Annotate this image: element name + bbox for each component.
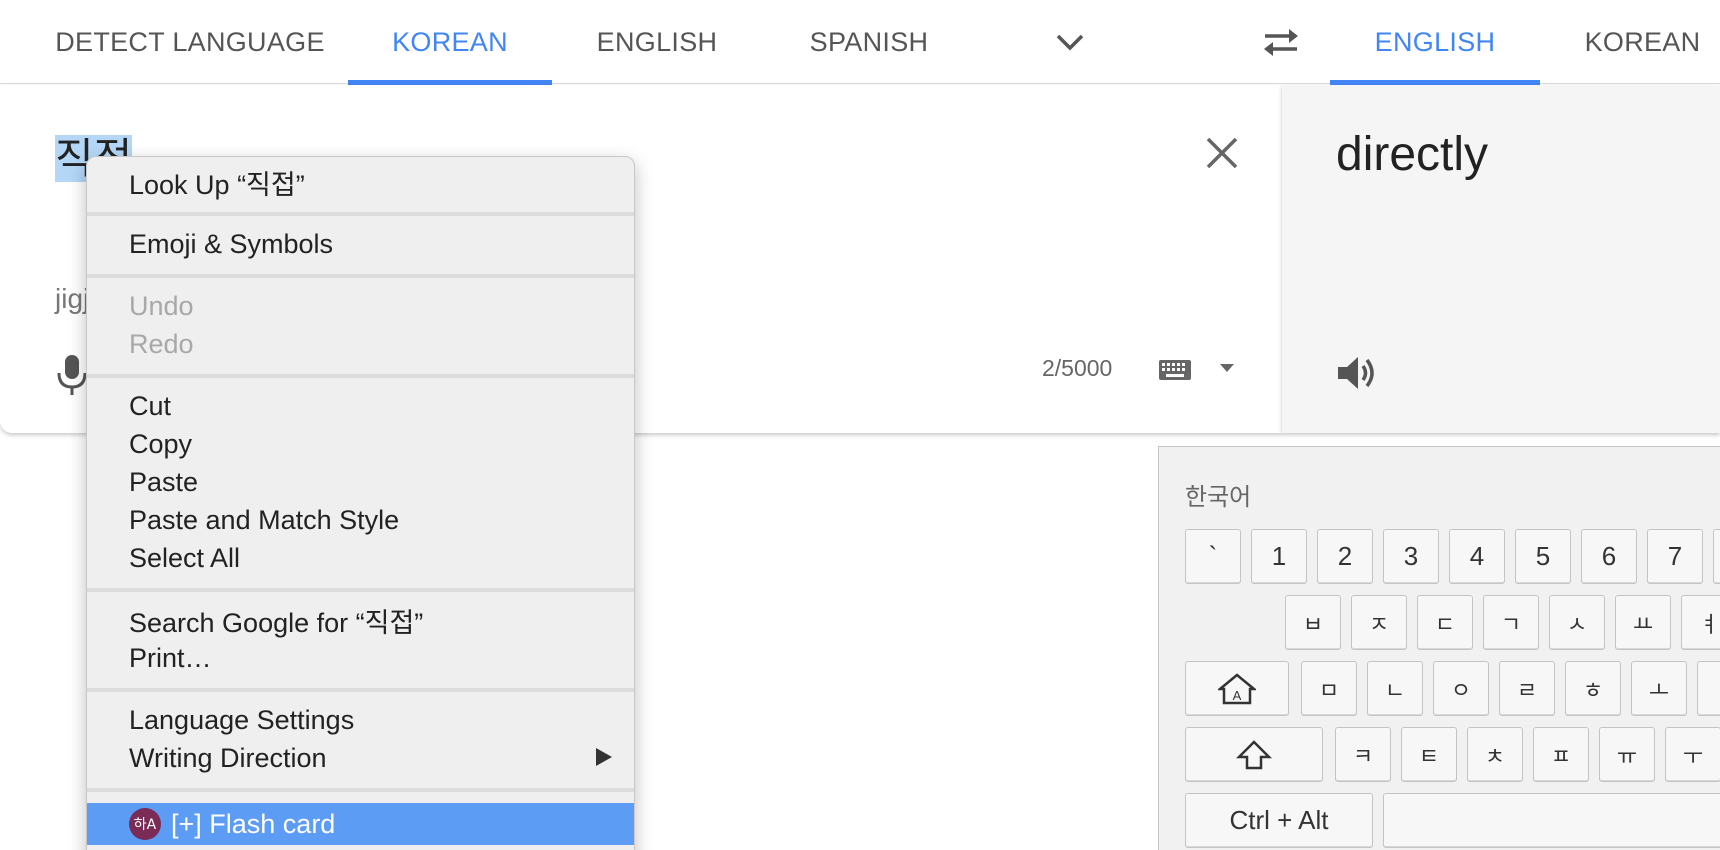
menu-separator (87, 374, 634, 378)
more-languages-button[interactable] (1040, 0, 1100, 84)
tab-source-english[interactable]: ENGLISH (582, 0, 732, 84)
menu-separator (87, 274, 634, 278)
key[interactable]: ㅜ (1665, 727, 1720, 782)
menu-item-copy[interactable]: Copy (87, 425, 634, 463)
swap-languages-button[interactable] (1256, 0, 1306, 84)
writing-direction-label: Writing Direction (129, 742, 327, 773)
key[interactable]: 3 (1383, 529, 1439, 584)
menu-item-paste-match-style[interactable]: Paste and Match Style (87, 501, 634, 539)
key[interactable]: ㅇ (1433, 661, 1489, 716)
tab-target-english[interactable]: ENGLISH (1330, 0, 1540, 85)
flash-card-label: [+] Flash card (171, 808, 336, 839)
key[interactable]: ㅋ (1335, 727, 1391, 782)
menu-separator (87, 588, 634, 592)
key[interactable]: ㅈ (1351, 595, 1407, 650)
caret-down-icon (1220, 364, 1234, 372)
key[interactable]: ㅍ (1533, 727, 1589, 782)
submenu-arrow-icon (596, 748, 612, 766)
key[interactable]: ㅎ (1565, 661, 1621, 716)
key[interactable]: ㅌ (1401, 727, 1457, 782)
swap-arrows-icon (1264, 29, 1298, 56)
key[interactable]: ` (1185, 529, 1241, 584)
key[interactable]: ㄱ (1483, 595, 1539, 650)
menu-item-writing-direction[interactable]: Writing Direction (87, 739, 634, 777)
key[interactable]: 2 (1317, 529, 1373, 584)
menu-separator (87, 788, 634, 792)
character-count: 2/5000 (1042, 355, 1113, 381)
input-tools-dropdown[interactable] (1218, 361, 1236, 379)
key[interactable]: ㄹ (1499, 661, 1555, 716)
menu-item-select-all[interactable]: Select All (87, 539, 634, 577)
key[interactable]: 4 (1449, 529, 1505, 584)
key[interactable]: ㅁ (1301, 661, 1357, 716)
key[interactable]: 6 (1581, 529, 1637, 584)
tab-target-korean[interactable]: KOREAN (1570, 0, 1715, 84)
menu-item-emoji-symbols[interactable]: Emoji & Symbols (87, 225, 634, 263)
hanja-key[interactable]: A (1185, 661, 1289, 716)
keyboard-title: 한국어 (1185, 484, 1252, 511)
key[interactable]: 1 (1251, 529, 1307, 584)
speaker-icon (1338, 357, 1374, 389)
ctrl-alt-key[interactable]: Ctrl + Alt (1185, 793, 1373, 848)
menu-item-cut[interactable]: Cut (87, 387, 634, 425)
menu-item-paste[interactable]: Paste (87, 463, 634, 501)
keyboard-icon (1159, 360, 1191, 380)
key[interactable]: 7 (1647, 529, 1703, 584)
clear-button[interactable] (1200, 131, 1244, 175)
microphone-icon (57, 355, 87, 395)
keyboard-toggle-button[interactable] (1158, 359, 1192, 386)
key[interactable]: ㅛ (1615, 595, 1671, 650)
key[interactable] (1713, 529, 1720, 584)
tab-detect-language[interactable]: DETECT LANGUAGE (30, 0, 350, 84)
key[interactable]: ㅕ (1681, 595, 1720, 650)
tab-source-korean[interactable]: KOREAN (348, 0, 552, 85)
flash-card-extension-icon: 하A (129, 808, 161, 840)
shift-icon (1236, 739, 1272, 769)
space-key[interactable] (1383, 793, 1720, 848)
close-icon (1206, 137, 1238, 169)
context-menu: Look Up “직접” Emoji & Symbols Undo Redo C… (86, 156, 635, 850)
menu-item-flash-card[interactable]: 하A [+] Flash card (87, 803, 634, 845)
key[interactable] (1697, 661, 1720, 716)
menu-item-look-up[interactable]: Look Up “직접” (87, 163, 634, 201)
translate-page: DETECT LANGUAGE KOREAN ENGLISH SPANISH E… (0, 0, 1720, 850)
listen-button[interactable] (1336, 353, 1378, 398)
key[interactable]: ㅊ (1467, 727, 1523, 782)
shift-key[interactable] (1185, 727, 1323, 782)
svg-text:A: A (1233, 688, 1242, 703)
home-hanja-icon: A (1218, 672, 1256, 704)
menu-separator (87, 212, 634, 216)
menu-item-search-google[interactable]: Search Google for “직접” (87, 601, 634, 639)
key[interactable]: ㄴ (1367, 661, 1423, 716)
key[interactable]: ㅅ (1549, 595, 1605, 650)
virtual-keyboard: 한국어 ` 1 2 3 4 5 6 7 ㅂ ㅈ ㄷ ㄱ ㅅ ㅛ ㅕ A ㅁ ㄴ … (1158, 446, 1720, 850)
chevron-down-icon (1056, 34, 1084, 51)
menu-item-undo: Undo (129, 290, 194, 321)
key[interactable]: ㅗ (1631, 661, 1687, 716)
menu-separator (87, 688, 634, 692)
translation-output: directly (1336, 128, 1489, 181)
menu-item-print[interactable]: Print… (87, 639, 634, 677)
key[interactable]: ㅠ (1599, 727, 1655, 782)
key[interactable]: ㅂ (1285, 595, 1341, 650)
key[interactable]: 5 (1515, 529, 1571, 584)
microphone-button[interactable] (56, 353, 88, 402)
key[interactable]: ㄷ (1417, 595, 1473, 650)
language-bar: DETECT LANGUAGE KOREAN ENGLISH SPANISH E… (0, 0, 1720, 85)
menu-item-redo: Redo (129, 328, 194, 359)
tab-source-spanish[interactable]: SPANISH (790, 0, 948, 84)
target-panel: directly (1282, 85, 1720, 433)
menu-item-language-settings[interactable]: Language Settings (87, 701, 634, 739)
